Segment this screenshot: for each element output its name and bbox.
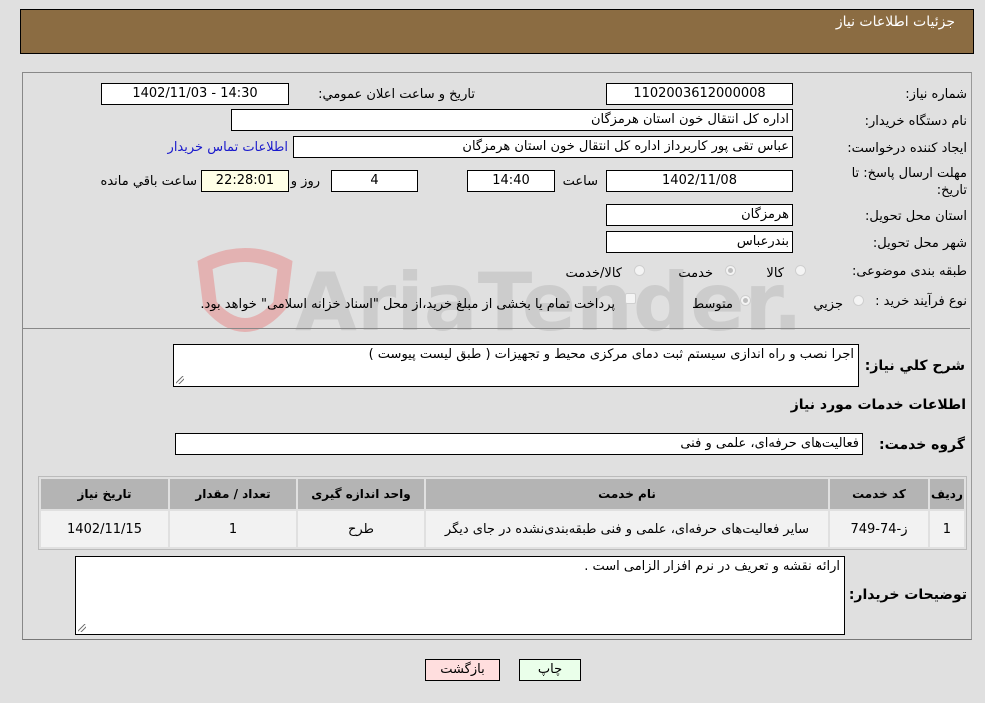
deadline-label-line2: تاریخ: — [936, 183, 967, 198]
col-header-service-name: نام خدمت — [426, 479, 828, 509]
cell-unit: طرح — [298, 511, 424, 547]
remaining-days-field: 4 — [331, 170, 418, 192]
delivery-province-label: استان محل تحویل: — [865, 209, 967, 224]
announce-datetime-field: 1402/11/03 - 14:30 — [101, 83, 289, 105]
resize-grip-icon[interactable] — [78, 624, 86, 632]
deadline-time-label: ساعت — [562, 174, 598, 189]
cell-service-name: ساير فعاليت‌هاى حرفه‌اى، علمى و فنى طبقه… — [426, 511, 828, 547]
deadline-time-field: 14:40 — [467, 170, 555, 192]
back-button[interactable]: بازگشت — [425, 659, 500, 681]
days-label: روز و — [290, 174, 320, 189]
general-description-label: شرح كلي نياز: — [864, 358, 965, 374]
cell-service-code: ز-74-749 — [830, 511, 928, 547]
delivery-province-field: هرمزگان — [606, 204, 793, 226]
remaining-time-label: ساعت باقي مانده — [100, 174, 197, 189]
service-group-field: فعاليت‌هاى حرفه‌اى، علمى و فنى — [175, 433, 863, 455]
service-group-label: گروه خدمت: — [879, 437, 965, 453]
col-header-row-number: رديف — [930, 479, 964, 509]
buyer-contact-link[interactable]: اطلاعات تماس خریدار — [168, 140, 288, 155]
general-description-textarea[interactable]: اجرا نصب و راه اندازی سیستم ثبت دمای مرک… — [173, 344, 859, 387]
purchase-type-label: نوع فرآیند خرید : — [875, 294, 967, 309]
table-row: 1 ز-74-749 ساير فعاليت‌هاى حرفه‌اى، علمى… — [41, 511, 964, 547]
announce-datetime-label: تاريخ و ساعت اعلان عمومي: — [318, 87, 475, 102]
delivery-city-field: بندرعباس — [606, 231, 793, 253]
delivery-city-label: شهر محل تحویل: — [872, 236, 967, 251]
need-number-label: شماره نیاز: — [905, 87, 967, 102]
category-radio-service[interactable] — [725, 265, 736, 276]
page-header — [20, 9, 974, 54]
services-table: رديف كد خدمت نام خدمت واحد اندازه گيری ت… — [38, 476, 967, 550]
table-header-row: رديف كد خدمت نام خدمت واحد اندازه گيری ت… — [41, 479, 964, 509]
treasury-note: پرداخت تمام یا بخشی از مبلغ خرید،از محل … — [200, 297, 615, 312]
col-header-quantity: تعداد / مقدار — [170, 479, 296, 509]
category-radio-goods[interactable] — [795, 265, 806, 276]
category-option-goods: كالا — [766, 266, 784, 281]
services-table-wrapper: رديف كد خدمت نام خدمت واحد اندازه گيری ت… — [38, 476, 967, 550]
buyer-org-field: اداره كل انتقال خون استان هرمزگان — [231, 109, 793, 131]
buyer-org-label: نام دستگاه خریدار: — [864, 114, 967, 129]
print-button[interactable]: چاپ — [519, 659, 581, 681]
deadline-date-field: 1402/11/08 — [606, 170, 793, 192]
purchase-type-option-minor: جزيي — [813, 297, 843, 312]
remaining-time-field: 22:28:01 — [201, 170, 289, 192]
treasury-checkbox[interactable] — [625, 293, 636, 304]
services-section-title: اطلاعات خدمات مورد نياز — [790, 397, 966, 413]
section-divider — [23, 328, 970, 329]
purchase-type-radio-minor[interactable] — [853, 295, 864, 306]
deadline-label-line1: مهلت ارسال پاسخ: تا — [851, 166, 967, 181]
page-title: جزئيات اطلاعات نياز — [835, 14, 955, 30]
col-header-unit: واحد اندازه گيری — [298, 479, 424, 509]
category-option-goods-service: كالا/خدمت — [565, 266, 622, 281]
cell-row-number: 1 — [930, 511, 964, 547]
need-number-field: 1102003612000008 — [606, 83, 793, 105]
requester-field: عباس تقی پور کاربرداز اداره كل انتقال خو… — [293, 136, 793, 158]
purchase-type-option-medium: متوسط — [692, 297, 733, 312]
cell-need-date: 1402/11/15 — [41, 511, 168, 547]
buyer-notes-text: ارائه نقشه و تعریف در نرم افزار الزامی ا… — [584, 559, 840, 574]
category-label: طبقه بندی موضوعی: — [851, 264, 967, 279]
buyer-notes-label: توضيحات خريدار: — [848, 587, 967, 603]
general-description-text: اجرا نصب و راه اندازی سیستم ثبت دمای مرک… — [368, 347, 854, 362]
resize-grip-icon[interactable] — [176, 376, 184, 384]
col-header-service-code: كد خدمت — [830, 479, 928, 509]
purchase-type-radio-medium[interactable] — [740, 295, 751, 306]
requester-label: ایجاد کننده درخواست: — [847, 141, 967, 156]
col-header-need-date: تاريخ نياز — [41, 479, 168, 509]
cell-quantity: 1 — [170, 511, 296, 547]
category-radio-goods-service[interactable] — [634, 265, 645, 276]
category-option-service: خدمت — [678, 266, 713, 281]
buyer-notes-textarea[interactable]: ارائه نقشه و تعریف در نرم افزار الزامی ا… — [75, 556, 845, 635]
